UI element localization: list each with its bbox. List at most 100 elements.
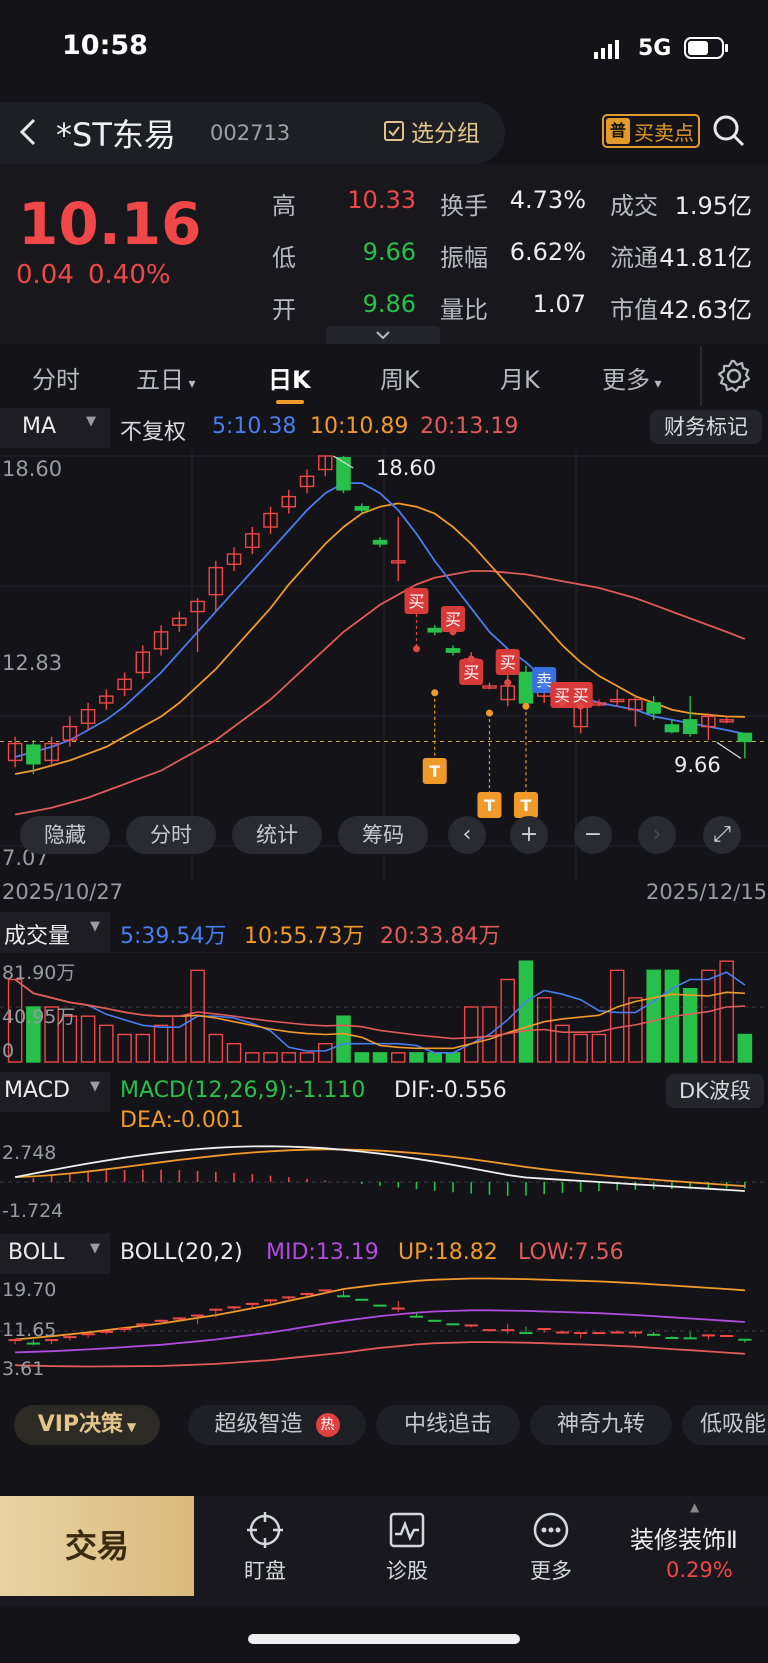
buy-tag-text: 买 [573,686,589,705]
volume-header: 成交量 ▼ 5:39.54万 10:55.73万 20:33.84万 [0,912,768,952]
candle [354,506,370,511]
volume-bar [281,1052,297,1063]
settings-gear-icon[interactable] [716,358,752,394]
vol-y-high: 81.90万 [2,962,76,984]
volume-bar [226,1042,242,1063]
stat-value: 42.63亿 [659,296,752,324]
status-bar: 10:58 5G [0,0,768,96]
kline-y-mid: 12.83 [2,651,63,675]
tab-2[interactable]: 日K [268,360,311,404]
ma20-value: 20:13.19 [420,414,519,439]
stat-label: 成交 [610,192,658,220]
boll-header: BOLL ▼ BOLL(20,2) MID:13.19 UP:18.82 LOW… [0,1234,768,1274]
volume-indicator-select[interactable]: 成交量 ▼ [0,912,110,952]
finance-marks-button[interactable]: 财务标记 [650,410,762,444]
t-dot [431,689,439,697]
t-tag-text: T [484,796,495,815]
signal-dot [412,645,420,653]
vip-decision-button[interactable]: VIP决策 ▼ [14,1405,160,1445]
volume-bar [172,1015,187,1063]
date-end: 2025/12/15 [646,880,768,904]
nav-diagnose[interactable]: 诊股 [352,1510,462,1585]
t-tag-text: T [429,762,440,781]
nav-watch[interactable]: 盯盘 [210,1510,320,1585]
hide-button[interactable]: 隐藏 [20,816,110,854]
chip-low-buy[interactable]: 低吸能 [682,1405,768,1445]
boll-indicator-select[interactable]: BOLL ▼ [0,1234,110,1274]
zoom-in-icon[interactable]: + [510,816,548,854]
caret-down-icon: ▼ [90,1079,100,1094]
sector-name[interactable]: 装修装饰Ⅱ [630,1520,738,1555]
fullscreen-icon[interactable]: ⤢ [703,816,741,854]
stat-value: 9.66 [362,238,416,266]
tab-3[interactable]: 周K [380,360,420,395]
adjust-type[interactable]: 不复权 [120,414,186,446]
ma-indicator-bar: MA ▼ 不复权 5:10.38 10:10.89 20:13.19 财务标记 [0,408,768,448]
network-label: 5G [638,36,672,61]
chip-super-zhizao[interactable]: 超级智造 热 [188,1405,366,1445]
volume-bar [354,1052,370,1063]
stat-label: 量比 [440,296,488,324]
zoom-out-icon[interactable]: − [574,816,612,854]
nav-more-label: 更多 [530,1559,572,1583]
volume-bar [701,969,716,1063]
ma-indicator-select[interactable]: MA ▼ [0,408,110,448]
nav-diagnose-label: 诊股 [386,1559,428,1583]
chip-midline[interactable]: 中线追击 [376,1405,520,1445]
volume-bar [591,1033,607,1063]
volume-bar [263,1052,278,1063]
tab-5[interactable]: 更多 ▾ [602,360,661,395]
stat-label: 高 [272,192,296,220]
candle [664,724,680,733]
macd-indicator-select[interactable]: MACD ▼ [0,1072,110,1112]
ma5-value: 5:10.38 [212,414,297,439]
price-change: 0.04 [16,260,74,290]
boll-chart[interactable] [0,1274,768,1384]
nav-more[interactable]: 更多 [496,1510,606,1585]
tab-0[interactable]: 分时 [32,360,80,395]
stat-label: 低 [272,244,296,272]
signal-dot [449,628,457,636]
volume-bar [299,1052,315,1063]
stats-button[interactable]: 统计 [232,816,322,854]
intraday-button[interactable]: 分时 [126,816,216,854]
search-icon[interactable] [712,114,746,148]
macd-dif: DIF:-0.556 [394,1078,507,1103]
macd-chart[interactable] [0,1142,768,1232]
chip-magic-nine[interactable]: 神奇九转 [530,1405,672,1445]
buy-sell-points-button[interactable]: 普 买卖点 [602,114,700,148]
trade-button[interactable]: 交易 [0,1496,194,1596]
boll-y-mid: 11.65 [2,1319,57,1341]
volume-bar [336,1015,351,1063]
volume-bar [153,1024,169,1063]
stat-label: 开 [272,296,296,324]
stat-value: 9.86 [362,290,416,318]
vol-y-mid: 40.95万 [2,1006,76,1028]
stock-name: *ST东易 [56,116,176,154]
volume-bar [463,1006,479,1063]
t-dot [485,709,493,717]
tab-1[interactable]: 五日 ▾ [136,360,195,395]
tab-label: 五日 [136,366,184,394]
chips-button[interactable]: 筹码 [338,816,428,854]
macd-value: MACD(12,26,9):-1.110 [120,1078,366,1103]
select-group-button[interactable]: 选分组 [383,114,480,148]
status-time: 10:58 [62,30,148,61]
quote-panel: 10.16 0.04 0.40% 高 10.33 换手 4.73% 成交 1.95亿低 9.… [0,164,768,344]
candle [682,719,698,735]
scroll-left-icon[interactable]: ‹ [448,816,486,854]
volume-ma-line [14,978,745,1050]
tab-4[interactable]: 月K [500,360,540,395]
scroll-right-icon[interactable]: › [638,816,676,854]
volume-bar [445,1052,461,1063]
volume-bar [609,969,625,1063]
volume-chart[interactable] [0,952,768,1068]
date-start: 2025/10/27 [2,880,124,904]
expand-quote-button[interactable] [326,326,440,344]
volume-bar [245,1052,260,1063]
ma-indicator-name: MA [22,414,57,439]
back-icon[interactable] [16,116,40,148]
header: *ST东易 002713 选分组 普 买卖点 [0,100,768,164]
spacer [0,1468,768,1496]
dk-band-button[interactable]: DK波段 [666,1074,764,1108]
